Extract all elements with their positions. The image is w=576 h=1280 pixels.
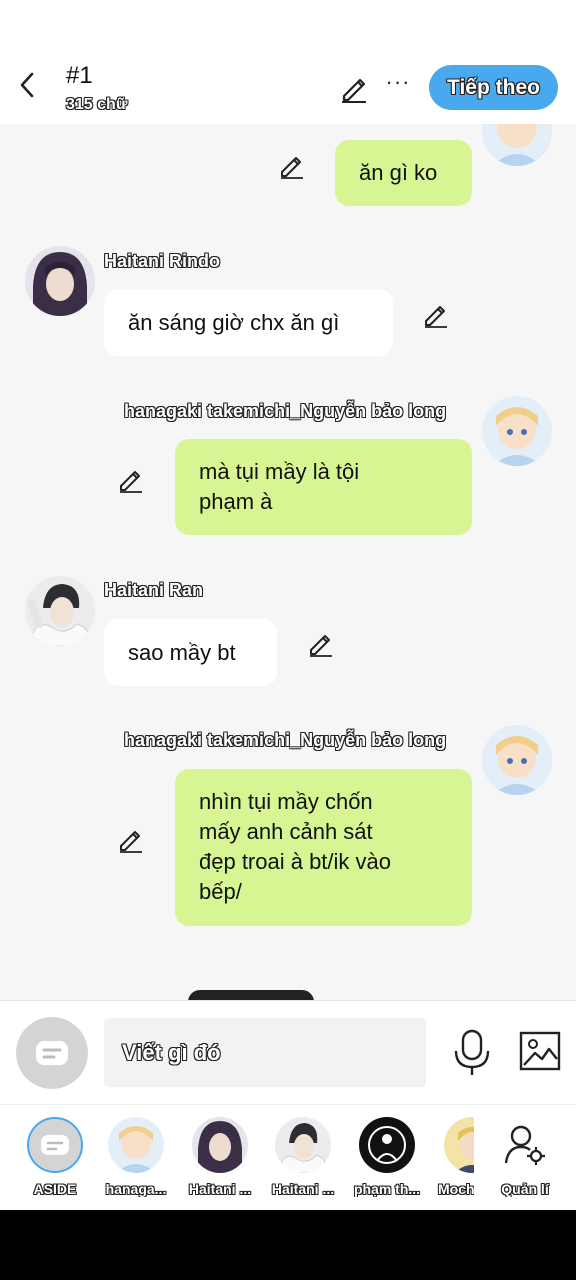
voice-input-button[interactable] xyxy=(452,1029,492,1077)
character-haitani-rindo[interactable]: Haitani ... xyxy=(181,1117,259,1197)
character-aside[interactable]: ASIDE xyxy=(16,1117,94,1197)
message-text-line: đẹp troai à bt/ik vào xyxy=(199,849,392,874)
aside-button[interactable] xyxy=(16,1017,88,1089)
pencil-icon xyxy=(120,471,142,493)
top-bar: #1 315 chữ ··· Tiếp theo xyxy=(0,0,576,124)
avatar xyxy=(444,1117,474,1173)
edit-message-button[interactable] xyxy=(117,826,145,854)
edit-message-button[interactable] xyxy=(307,630,335,658)
chevron-left-icon xyxy=(20,72,34,98)
message-bubble[interactable]: mà tụi mầy là tội phạm à xyxy=(175,439,472,535)
character-label: phạm th... xyxy=(353,1181,421,1197)
more-options-button[interactable]: ··· xyxy=(384,69,412,100)
character-label: Moch xyxy=(438,1181,474,1197)
character-label: Quản lí xyxy=(501,1181,549,1197)
message-text-line: phạm à xyxy=(199,489,273,514)
character-haitani-ran[interactable]: Haitani ... xyxy=(264,1117,342,1197)
character-label: ASIDE xyxy=(33,1181,77,1197)
character-label: Haitani ... xyxy=(188,1181,252,1197)
edit-button[interactable] xyxy=(338,72,370,104)
pencil-icon xyxy=(310,635,332,657)
character-label: hanaga... xyxy=(105,1181,167,1197)
sender-name: hanagaki takemichi_Nguyễn bảo long xyxy=(124,730,447,750)
composer-bar: Viết gì đó xyxy=(0,1000,576,1104)
character-selector: ASIDE hanaga... Haitani ... Haitani ... … xyxy=(0,1104,576,1210)
microphone-icon xyxy=(454,1029,490,1075)
message-text-line: mấy anh cảnh sát xyxy=(199,819,373,844)
avatar xyxy=(192,1117,248,1173)
pencil-icon xyxy=(425,306,447,328)
character-moch[interactable]: Moch xyxy=(432,1117,474,1197)
next-button[interactable]: Tiếp theo xyxy=(429,65,558,110)
pencil-icon xyxy=(342,78,366,103)
sender-name: Haitani Ran xyxy=(104,580,204,600)
message-bubble[interactable]: sao mầy bt xyxy=(104,619,277,686)
pencil-icon xyxy=(120,831,142,853)
user-settings-icon xyxy=(504,1125,545,1165)
more-icon: ··· xyxy=(385,69,411,94)
edit-message-button[interactable] xyxy=(117,466,145,494)
message-bubble-icon xyxy=(36,1041,68,1065)
message-bubble-icon xyxy=(41,1135,69,1155)
character-pham[interactable]: phạm th... xyxy=(348,1117,426,1197)
avatar-haitani-rindo[interactable] xyxy=(25,246,95,316)
word-count: 315 chữ xyxy=(66,96,128,113)
message-bubble[interactable]: ăn gì ko xyxy=(335,140,472,206)
message-text-line: mà tụi mầy là tội xyxy=(199,459,360,484)
sender-name: Haitani Rindo xyxy=(104,251,220,271)
avatar xyxy=(359,1117,415,1173)
edit-message-button[interactable] xyxy=(278,152,306,180)
sender-name: hanagaki takemichi_Nguyễn bảo long xyxy=(124,401,447,421)
avatar-takemichi[interactable] xyxy=(482,124,552,166)
pencil-icon xyxy=(281,157,303,179)
back-button[interactable] xyxy=(12,70,42,100)
character-label: Haitani ... xyxy=(271,1181,335,1197)
avatar-haitani-ran[interactable] xyxy=(25,576,95,646)
message-text: ăn gì ko xyxy=(359,160,438,185)
chat-area[interactable]: ăn gì ko Haitani Rindo ăn sáng giờ chx ă… xyxy=(0,124,576,1000)
story-title: #1 xyxy=(66,62,93,89)
character-takemichi[interactable]: hanaga... xyxy=(97,1117,175,1197)
scroll-to-bottom-tab[interactable] xyxy=(188,990,314,1000)
avatar xyxy=(108,1117,164,1173)
avatar-takemichi[interactable] xyxy=(482,396,552,466)
insert-image-button[interactable] xyxy=(519,1031,561,1071)
avatar xyxy=(275,1117,331,1173)
edit-message-button[interactable] xyxy=(422,301,450,329)
manage-icon-wrap xyxy=(497,1117,553,1173)
message-input[interactable]: Viết gì đó xyxy=(104,1018,426,1087)
system-navigation-bar xyxy=(0,1210,576,1280)
message-bubble[interactable]: nhìn tụi mầy chốn mấy anh cảnh sát đẹp t… xyxy=(175,769,472,926)
message-text: ăn sáng giờ chx ăn gì xyxy=(128,309,340,335)
message-text-line: nhìn tụi mầy chốn xyxy=(199,789,373,814)
manage-characters-button[interactable]: Quản lí xyxy=(486,1117,564,1197)
message-text-line: bếp/ xyxy=(199,879,242,904)
avatar-takemichi[interactable] xyxy=(482,725,552,795)
message-bubble[interactable]: ăn sáng giờ chx ăn gì xyxy=(104,289,393,356)
aside-avatar xyxy=(27,1117,83,1173)
image-icon xyxy=(519,1031,561,1071)
message-text: sao mầy bt xyxy=(128,639,236,665)
